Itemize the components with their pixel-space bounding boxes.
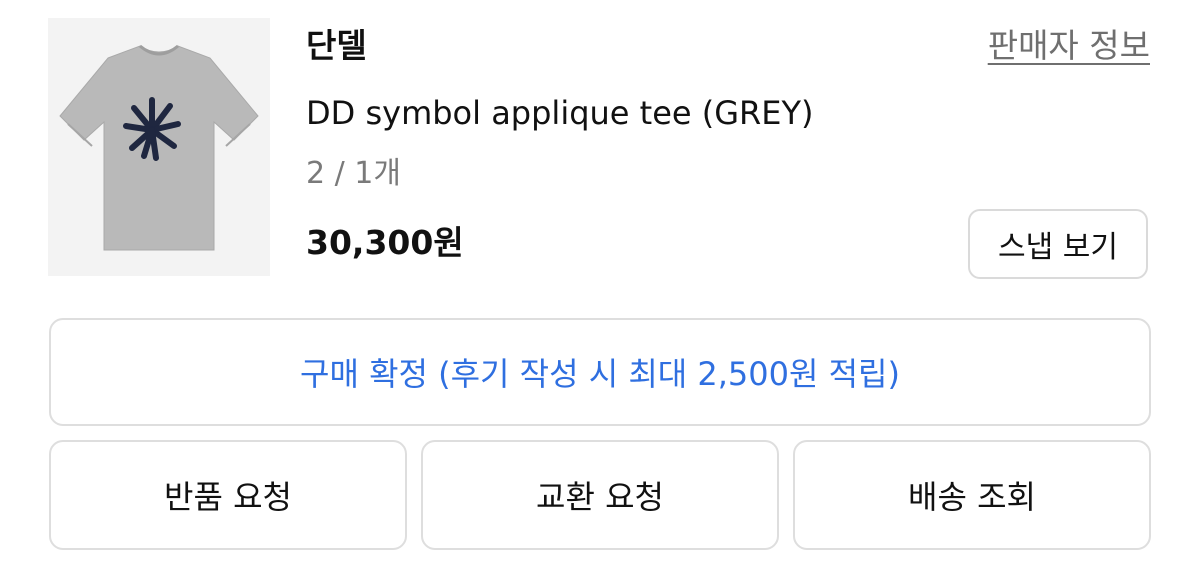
delivery-tracking-button[interactable]: 배송 조회: [793, 440, 1151, 550]
exchange-request-button[interactable]: 교환 요청: [421, 440, 779, 550]
return-request-button[interactable]: 반품 요청: [49, 440, 407, 550]
product-name: DD symbol applique tee (GREY): [306, 94, 814, 132]
option-quantity: 2 / 1개: [306, 156, 401, 191]
tshirt-icon: [48, 18, 270, 276]
brand-name: 단델: [306, 26, 367, 65]
seller-info-link[interactable]: 판매자 정보: [988, 24, 1150, 68]
price: 30,300원: [306, 223, 464, 262]
confirm-purchase-button[interactable]: 구매 확정 (후기 작성 시 최대 2,500원 적립): [49, 318, 1151, 426]
product-thumbnail[interactable]: [48, 18, 270, 276]
snap-view-button[interactable]: 스냅 보기: [968, 209, 1148, 279]
